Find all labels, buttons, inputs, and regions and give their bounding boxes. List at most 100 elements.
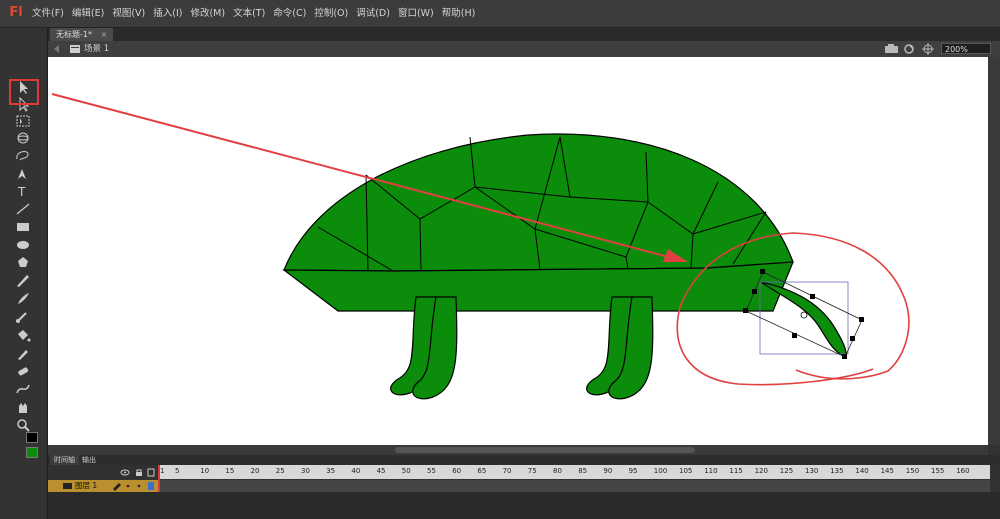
turtle-front-legs[interactable]	[390, 296, 458, 400]
document-tab-bar	[48, 28, 1000, 41]
menu-item-4[interactable]: 修改(M)	[186, 0, 229, 27]
paint-bucket-tool-icon[interactable]	[12, 327, 34, 343]
frame-label: 150	[905, 467, 920, 475]
pen-tool-icon[interactable]	[12, 165, 34, 181]
menu-item-1[interactable]: 编辑(E)	[68, 0, 108, 27]
frame-label: 20	[250, 467, 260, 475]
app-logo: Fl	[9, 5, 23, 20]
frame-label: 30	[301, 467, 310, 475]
menu-item-5[interactable]: 文本(T)	[229, 0, 269, 27]
frame-label: 80	[553, 467, 562, 475]
menu-item-9[interactable]: 窗口(W)	[394, 0, 438, 27]
document-tab[interactable]: 无标题-1* ×	[50, 28, 114, 41]
frame-label: 95	[628, 467, 638, 475]
outline-icon[interactable]	[147, 468, 155, 477]
hand-tool-icon[interactable]	[12, 399, 34, 415]
frame-label: 145	[880, 467, 894, 475]
menu-item-7[interactable]: 控制(O)	[310, 0, 352, 27]
document-tab-title: 无标题-1*	[56, 30, 92, 39]
layer-name[interactable]: 图层 1	[75, 480, 97, 492]
frame-label: 70	[502, 467, 512, 475]
tab-output[interactable]: 输出	[78, 455, 100, 465]
menu-item-3[interactable]: 插入(I)	[149, 0, 186, 27]
frame-label: 10	[200, 467, 210, 475]
frame-label: 50	[401, 467, 411, 475]
eye-icon[interactable]	[120, 469, 130, 476]
layer-status-icons	[113, 482, 154, 491]
tab-timeline[interactable]: 时间轴	[50, 455, 79, 465]
frame-label: 65	[477, 467, 487, 475]
edit-symbols-icon[interactable]	[904, 44, 914, 54]
menu-item-2[interactable]: 视图(V)	[108, 0, 149, 27]
frames-row[interactable]	[160, 480, 990, 492]
frame-label: 160	[956, 467, 970, 475]
scene-tools-icons	[885, 43, 934, 55]
turtle-shell[interactable]	[283, 133, 794, 272]
stage-artwork	[51, 93, 910, 400]
rectangle-tool-icon[interactable]	[12, 219, 34, 235]
frame-label: 115	[729, 467, 743, 475]
zoom-tool-icon[interactable]	[12, 417, 34, 433]
line-tool-icon[interactable]	[12, 201, 34, 217]
close-icon[interactable]: ×	[101, 30, 108, 39]
stroke-color-swatch[interactable]	[26, 432, 38, 443]
svg-text:T: T	[17, 185, 26, 199]
frame-label: 130	[805, 467, 819, 475]
frame-label: 110	[704, 467, 718, 475]
frame-label: 140	[855, 467, 869, 475]
pencil-icon	[113, 483, 121, 491]
frame-label: 40	[351, 467, 361, 475]
layer-toggle-icons	[120, 468, 155, 477]
width-tool-icon[interactable]	[12, 381, 34, 397]
frame-label: 85	[578, 467, 588, 475]
eraser-tool-icon[interactable]	[12, 363, 34, 379]
frame-label: 135	[830, 467, 844, 475]
timeline-empty-area	[48, 492, 1000, 519]
horizontal-scroll-thumb[interactable]	[395, 447, 695, 453]
layer-icon	[63, 483, 72, 489]
3d-rotation-tool-icon[interactable]	[12, 130, 34, 146]
frame-label: 35	[326, 467, 336, 475]
menu-item-8[interactable]: 调试(D)	[352, 0, 394, 27]
frame-label: 120	[754, 467, 768, 475]
frame-label: 100	[653, 467, 668, 475]
frame-label: 155	[931, 467, 945, 475]
camera-icon[interactable]	[885, 44, 898, 53]
scene-label[interactable]: 场景 1	[84, 43, 109, 55]
frame-label: 90	[603, 467, 613, 475]
frame-label: 60	[452, 467, 462, 475]
frame-label: 25	[275, 467, 285, 475]
frame-label: 5	[175, 467, 180, 475]
frame-label: 125	[779, 467, 794, 475]
pencil-tool-icon[interactable]	[12, 272, 34, 288]
timeline-tab-bar	[48, 455, 1000, 465]
turtle-hind-legs[interactable]	[586, 296, 654, 400]
menu-items: 文件(F) 编辑(E) 视图(V) 插入(I) 修改(M) 文本(T) 命令(C) 控制(O)…	[28, 0, 479, 27]
frame-label: 15	[225, 467, 235, 475]
frame-label: 1	[160, 467, 165, 475]
bone-tool-icon[interactable]	[12, 309, 34, 325]
menu-item-0[interactable]: 文件(F)	[28, 0, 68, 27]
lock-icon[interactable]	[136, 469, 142, 476]
free-transform-tool-icon[interactable]	[12, 113, 34, 129]
menu-item-10[interactable]: 帮助(H)	[438, 0, 480, 27]
oval-tool-icon[interactable]	[12, 237, 34, 253]
back-arrow-icon[interactable]	[52, 44, 82, 54]
frame-label: 45	[376, 467, 386, 475]
fill-color-swatch[interactable]	[26, 447, 38, 458]
brush-tool-icon[interactable]	[12, 290, 34, 306]
menu-item-6[interactable]: 命令(C)	[269, 0, 310, 27]
center-stage-icon[interactable]	[922, 43, 934, 55]
frame-label: 75	[527, 467, 537, 475]
lasso-tool-icon[interactable]	[12, 147, 34, 163]
stage[interactable]	[48, 57, 988, 445]
frame-label: 55	[427, 467, 436, 475]
transform-point[interactable]	[800, 311, 808, 319]
tool-highlight-box	[9, 79, 39, 105]
text-tool-icon[interactable]: T	[12, 183, 34, 199]
edit-bar	[48, 41, 1000, 58]
eyedropper-tool-icon[interactable]	[12, 345, 34, 361]
vertical-scrollbar[interactable]	[988, 57, 1000, 445]
polystar-tool-icon[interactable]	[12, 254, 34, 270]
zoom-dropdown[interactable]: 200%	[941, 43, 991, 54]
